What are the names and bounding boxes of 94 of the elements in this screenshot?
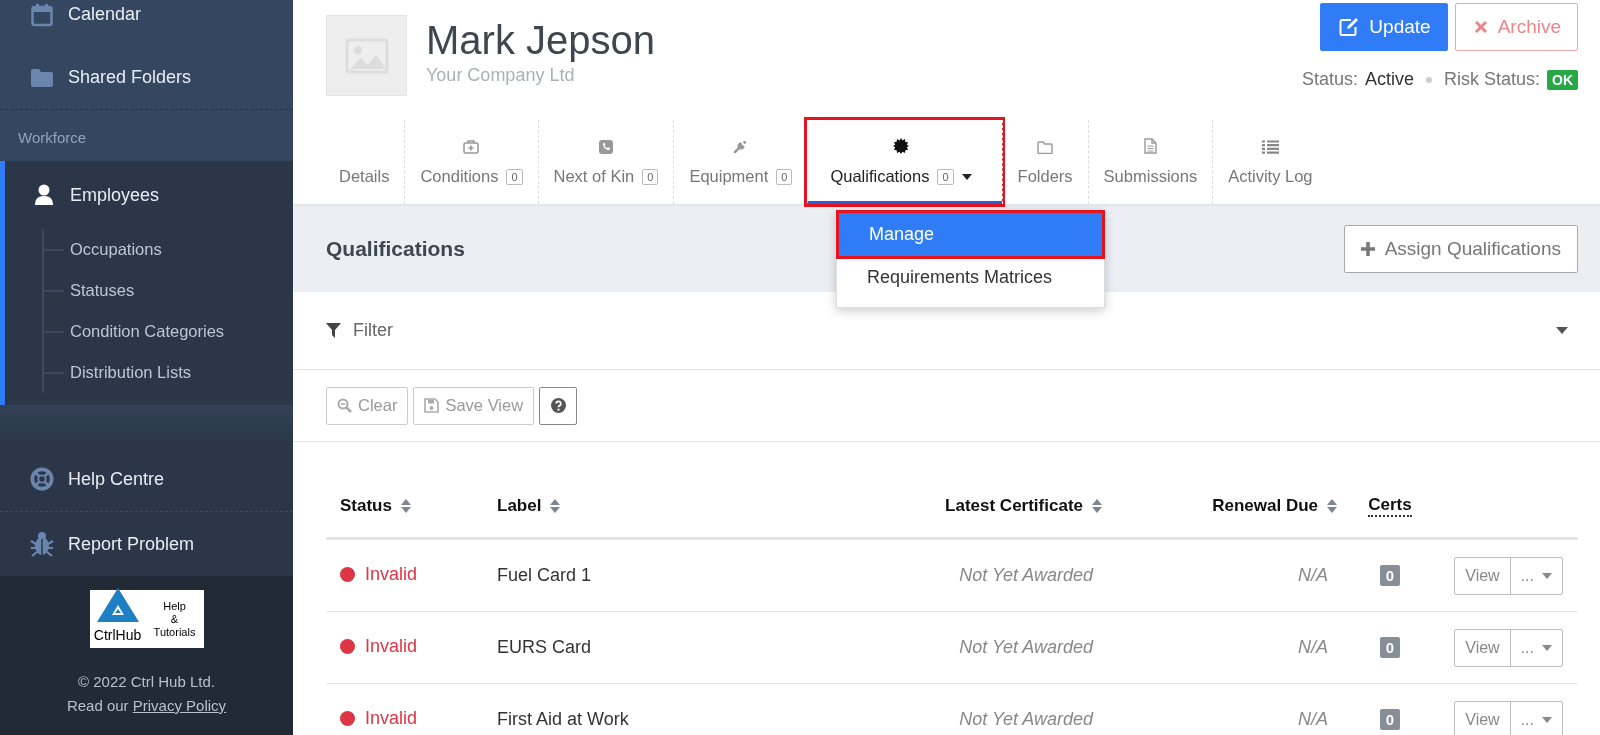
column-header[interactable]: Status <box>340 496 392 516</box>
assign-button[interactable]: Assign Qualifications <box>1343 225 1578 273</box>
count-badge: 0 <box>937 168 954 185</box>
table-cell: Not Yet Awarded <box>959 565 1093 585</box>
funnel-icon <box>326 323 341 338</box>
sort-icon[interactable] <box>1091 498 1103 514</box>
caret-icon <box>1542 572 1552 579</box>
phone-icon <box>598 140 613 154</box>
tab[interactable]: Details <box>326 120 405 204</box>
logo-caption-text: Help <box>163 599 186 613</box>
table-cell: EURS Card <box>497 637 592 657</box>
employee-name: Mark Jepson <box>426 17 655 64</box>
close-icon <box>1473 20 1488 34</box>
table-cell: N/A <box>1298 709 1328 729</box>
risk-status-badge: OK <box>1547 69 1578 90</box>
copyright-text: © 2022 Ctrl Hub Ltd. <box>78 672 215 692</box>
triangle-logo-icon <box>95 587 140 623</box>
status-label: Status: <box>1301 69 1358 90</box>
help-button[interactable] <box>539 386 578 425</box>
edit-icon <box>1339 18 1360 36</box>
calendar-icon <box>31 2 53 27</box>
logo-brand-text: CtrlHub <box>93 626 142 645</box>
caret-icon <box>1556 327 1568 334</box>
section-label: Workforce <box>17 128 88 148</box>
sort-icon[interactable] <box>549 498 562 514</box>
medkit-icon <box>463 140 480 154</box>
table-cell: Not Yet Awarded <box>959 637 1093 657</box>
status-text: Invalid <box>365 636 418 657</box>
view-button[interactable]: View <box>1455 629 1510 666</box>
column-header[interactable]: Label <box>497 496 542 516</box>
tab[interactable]: Folders <box>1001 120 1088 204</box>
logo[interactable]: CtrlHub Help & Tutorials <box>89 590 204 648</box>
count-badge: 0 <box>506 168 523 185</box>
count-badge: 0 <box>642 168 659 185</box>
panel-title: Qualifications <box>326 237 465 261</box>
more-button[interactable]: ... <box>1509 701 1562 735</box>
column-header[interactable]: Latest Certificate <box>945 496 1083 516</box>
status-text: Invalid <box>365 708 418 729</box>
column-header[interactable]: Renewal Due <box>1212 496 1318 516</box>
tab[interactable]: Equipment 0 <box>673 120 808 204</box>
caret-icon <box>1542 716 1552 723</box>
table-cell: N/A <box>1298 565 1328 585</box>
sidebar-subitem[interactable]: Occupations <box>70 240 162 259</box>
table-cell: N/A <box>1298 637 1328 657</box>
count-badge: 0 <box>1379 565 1401 586</box>
sidebar-item[interactable]: Help Centre <box>0 447 293 511</box>
list-icon <box>1261 140 1279 154</box>
privacy-prefix-text: Read our <box>66 697 129 714</box>
menu-item[interactable]: Manage <box>839 213 1102 256</box>
status-text: Invalid <box>365 564 418 585</box>
plus-icon <box>1360 242 1375 256</box>
document-icon <box>1143 138 1157 154</box>
sidebar-item[interactable]: Report Problem <box>0 512 293 576</box>
sidebar-item[interactable]: Employees <box>70 184 160 206</box>
sidebar-subitem[interactable]: Statuses <box>70 281 135 300</box>
tab[interactable]: Next of Kin 0 <box>537 120 674 204</box>
table-cell: Not Yet Awarded <box>959 709 1093 729</box>
more-button[interactable]: ... <box>1509 557 1562 594</box>
tab[interactable]: Activity Log <box>1212 120 1328 204</box>
tab[interactable]: Submissions <box>1087 120 1213 204</box>
zoom-out-icon <box>337 398 352 413</box>
logo-caption-text: & <box>170 612 179 626</box>
tab[interactable]: Qualifications 0 <box>807 120 1002 204</box>
starburst-icon <box>893 138 909 154</box>
status-value: Active <box>1364 69 1414 90</box>
caret-icon <box>1542 644 1552 651</box>
count-badge: 0 <box>776 168 793 185</box>
sidebar-item[interactable]: Shared Folders <box>0 46 293 109</box>
more-button[interactable]: ... <box>1509 629 1562 666</box>
count-badge: 0 <box>1379 709 1401 730</box>
logo-caption-text: Tutorials <box>153 625 196 639</box>
sort-icon[interactable] <box>1326 498 1338 514</box>
sidebar-subitem[interactable]: Distribution Lists <box>70 363 192 382</box>
update-button[interactable]: Update <box>1320 3 1448 51</box>
view-button[interactable]: View <box>1455 701 1510 735</box>
folder-icon <box>30 67 54 88</box>
wrench-icon <box>733 139 749 154</box>
count-badge: 0 <box>1379 637 1401 658</box>
company-name: Your Company Ltd <box>426 65 576 86</box>
sort-icon[interactable] <box>399 498 412 514</box>
lifebuoy-icon <box>30 466 54 492</box>
bug-icon <box>30 531 54 557</box>
table-cell: First Aid at Work <box>497 709 629 729</box>
help-icon <box>550 398 566 413</box>
privacy-policy-link[interactable]: Privacy Policy <box>132 697 227 714</box>
user-icon <box>34 184 54 206</box>
sidebar-subitem[interactable]: Condition Categories <box>70 322 225 341</box>
table-cell: Fuel Card 1 <box>497 565 592 585</box>
risk-status-label: Risk Status: <box>1443 69 1540 90</box>
folder-icon <box>1037 141 1054 154</box>
view-button[interactable]: View <box>1455 557 1510 594</box>
tab[interactable]: Conditions 0 <box>404 120 538 204</box>
sidebar-item[interactable]: Calendar <box>0 0 293 46</box>
column-header: Certs <box>1368 495 1412 517</box>
